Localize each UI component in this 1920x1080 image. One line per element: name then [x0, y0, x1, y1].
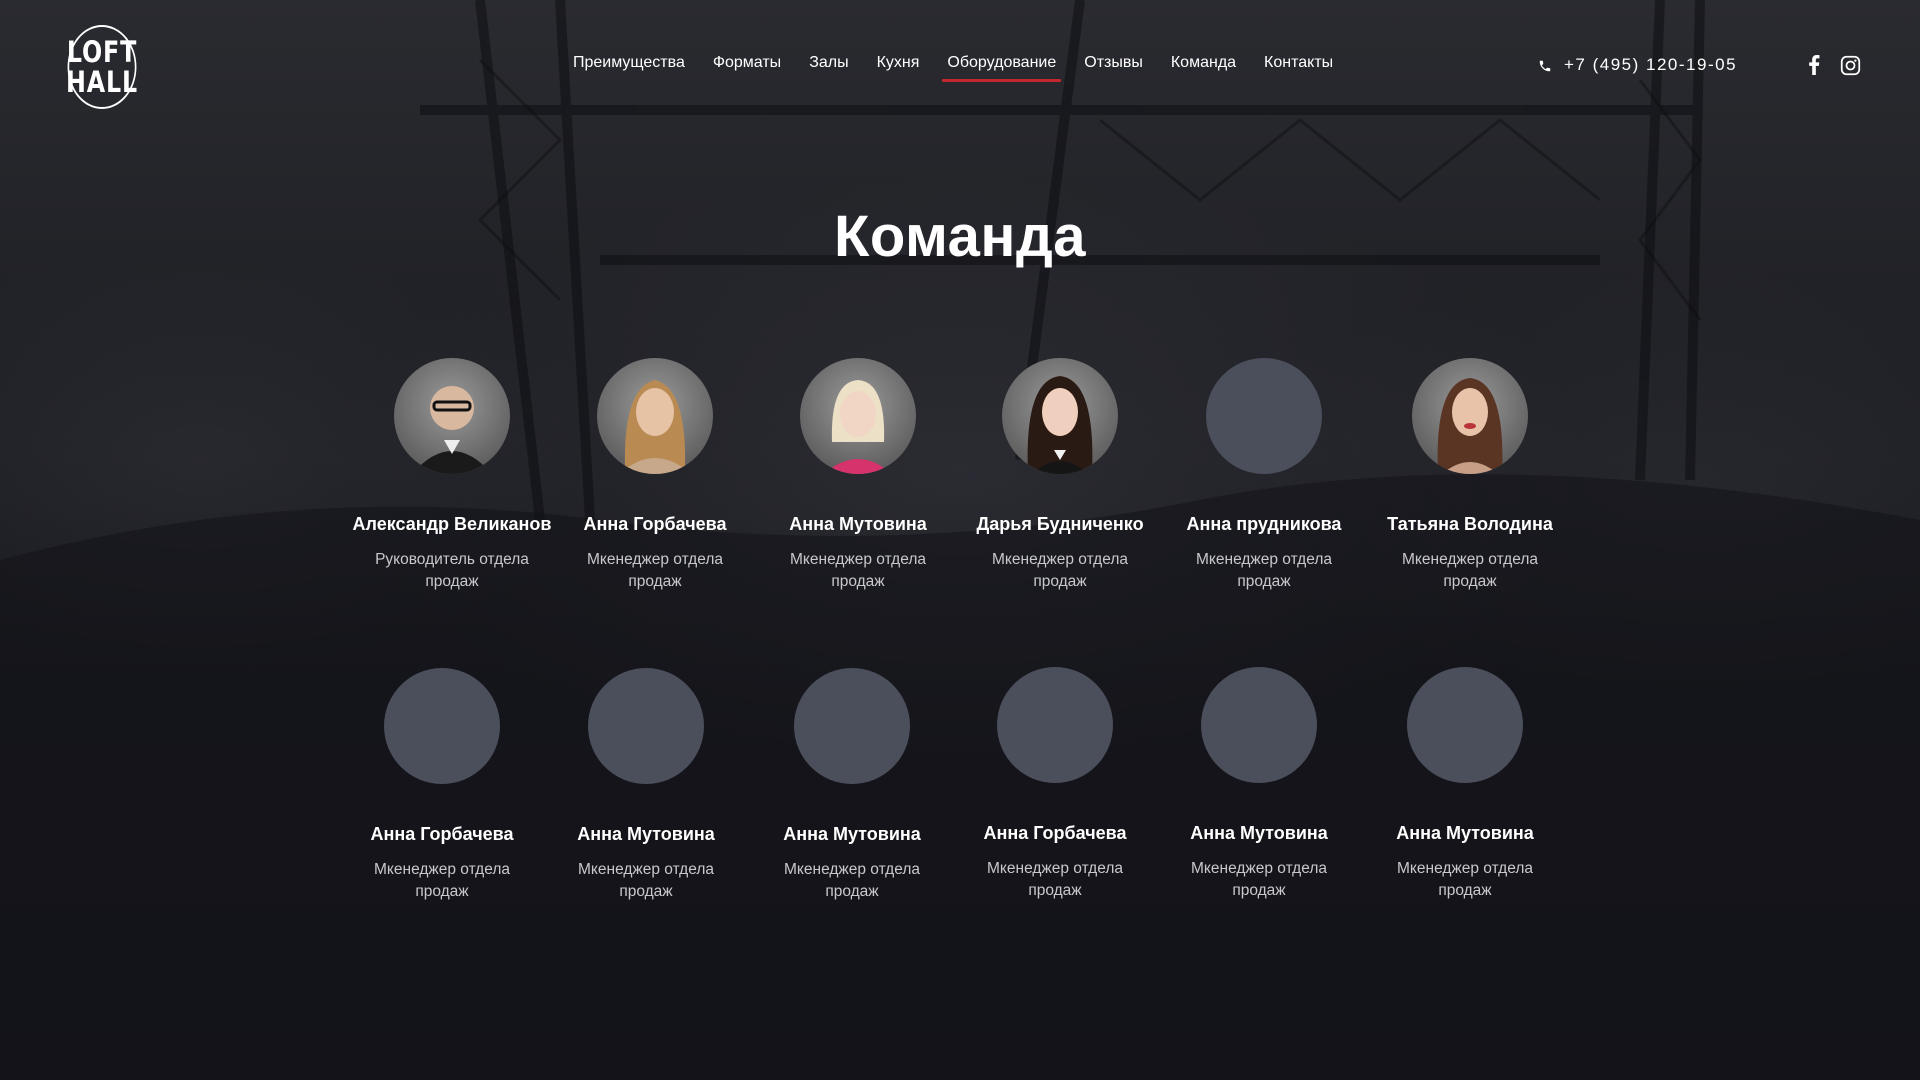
avatar-placeholder: [794, 668, 910, 784]
nav-item-formats[interactable]: Форматы: [708, 50, 786, 82]
nav-item-contacts[interactable]: Контакты: [1259, 50, 1338, 82]
nav-item-equipment[interactable]: Оборудование: [942, 50, 1062, 82]
nav-item-kitchen[interactable]: Кухня: [872, 50, 925, 82]
logo-line-1: LOFT: [66, 35, 138, 69]
member-name: Анна Мутовина: [1190, 823, 1328, 843]
team-member-card: Анна Горбачева Мкенеджер отдела продаж: [342, 668, 542, 903]
team-member-card: Анна Мутовина Мкенеджер отдела продаж: [758, 358, 958, 593]
member-name: Дарья Будниченко: [976, 514, 1144, 534]
avatar: [1002, 358, 1118, 474]
member-name: Анна Горбачева: [370, 824, 514, 844]
avatar-placeholder: [1407, 667, 1523, 783]
team-member-card: Анна Горбачева Мкенеджер отдела продаж: [955, 667, 1155, 902]
section-title: Команда: [833, 204, 1087, 269]
facebook-icon[interactable]: [1803, 54, 1825, 76]
member-role: Мкенеджер отдела продаж: [1191, 860, 1327, 899]
avatar-placeholder: [1201, 667, 1317, 783]
avatar: [597, 358, 713, 474]
member-role: Мкенеджер отдела продаж: [1196, 551, 1332, 590]
team-member-card: Дарья Будниченко Мкенеджер отдела продаж: [960, 358, 1160, 593]
avatar-placeholder: [997, 667, 1113, 783]
loft-hall-logo[interactable]: LOFT HALL: [66, 25, 138, 109]
team-member-card: Анна Горбачева Мкенеджер отдела продаж: [555, 358, 755, 593]
main-nav: Преимущества Форматы Залы Кухня Оборудов…: [568, 50, 1356, 82]
member-name: Александр Великанов: [352, 514, 552, 534]
nav-item-advantages[interactable]: Преимущества: [568, 50, 690, 82]
member-name: Анна Мутовина: [1396, 823, 1534, 843]
phone-number: +7 (495) 120-19-05: [1564, 55, 1738, 74]
nav-item-halls[interactable]: Залы: [804, 50, 853, 82]
instagram-icon[interactable]: [1839, 54, 1861, 76]
member-name: Татьяна Володина: [1387, 514, 1553, 534]
member-name: Анна Мутовина: [783, 824, 921, 844]
member-role: Руководитель отдела продаж: [375, 551, 529, 590]
logo-line-2: HALL: [66, 65, 138, 99]
avatar-placeholder: [588, 668, 704, 784]
team-member-card: Анна Мутовина Мкенеджер отдела продаж: [546, 668, 746, 903]
team-member-card: Татьяна Володина Мкенеджер отдела продаж: [1370, 358, 1570, 593]
member-name: Анна Мутовина: [789, 514, 927, 534]
team-member-card: Анна Мутовина Мкенеджер отдела продаж: [1365, 667, 1565, 902]
member-role: Мкенеджер отдела продаж: [784, 861, 920, 900]
member-name: Анна Горбачева: [983, 823, 1127, 843]
avatar: [394, 358, 510, 474]
member-name: Анна Мутовина: [577, 824, 715, 844]
member-name: Анна Горбачева: [583, 514, 727, 534]
avatar-placeholder: [1206, 358, 1322, 474]
team-member-card: Александр Великанов Руководитель отдела …: [352, 358, 552, 593]
member-role: Мкенеджер отдела продаж: [1402, 551, 1538, 590]
nav-item-team[interactable]: Команда: [1166, 50, 1241, 82]
nav-item-reviews[interactable]: Отзывы: [1079, 50, 1148, 82]
member-role: Мкенеджер отдела продаж: [587, 551, 723, 590]
team-member-card: Анна Мутовина Мкенеджер отдела продаж: [752, 668, 952, 903]
member-role: Мкенеджер отдела продаж: [992, 551, 1128, 590]
phone-contact[interactable]: +7 (495) 120-19-05: [1538, 55, 1737, 75]
avatar: [1412, 358, 1528, 474]
team-member-card: Анна прудникова Мкенеджер отдела продаж: [1164, 358, 1364, 593]
member-role: Мкенеджер отдела продаж: [578, 861, 714, 900]
phone-icon: [1538, 58, 1552, 72]
member-role: Мкенеджер отдела продаж: [1397, 860, 1533, 899]
member-role: Мкенеджер отдела продаж: [374, 861, 510, 900]
member-role: Мкенеджер отдела продаж: [987, 860, 1123, 899]
avatar-placeholder: [384, 668, 500, 784]
team-member-card: Анна Мутовина Мкенеджер отдела продаж: [1159, 667, 1359, 902]
member-role: Мкенеджер отдела продаж: [790, 551, 926, 590]
avatar: [800, 358, 916, 474]
member-name: Анна прудникова: [1186, 514, 1342, 534]
